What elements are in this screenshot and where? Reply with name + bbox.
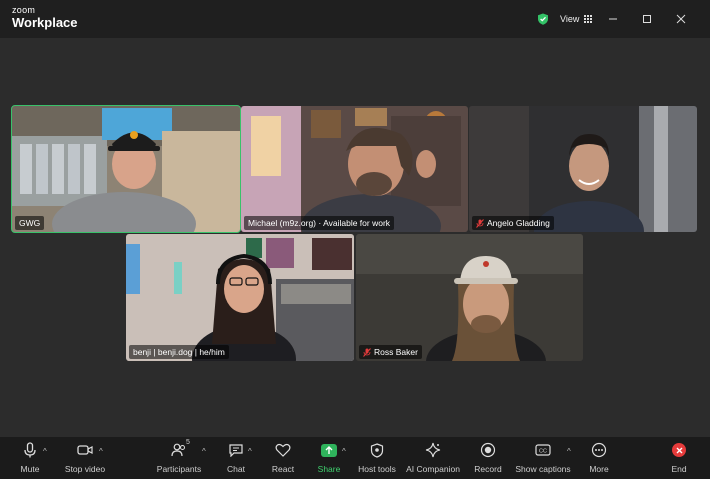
video-feed [241, 106, 468, 232]
maximize-icon [643, 15, 651, 23]
video-options-caret[interactable]: ^ [99, 447, 103, 456]
heart-icon [274, 441, 292, 459]
chat-options-caret[interactable]: ^ [248, 447, 252, 456]
ai-companion-button[interactable]: AI Companion [405, 441, 461, 477]
participants-icon: 5 [170, 439, 190, 459]
react-button[interactable]: React [272, 441, 294, 477]
close-button[interactable] [672, 10, 690, 28]
video-stage: GWG Michael (m9z.org) · Available for wo… [0, 38, 710, 437]
host-tools-button[interactable]: Host tools [357, 441, 397, 477]
mute-button[interactable]: Mute [18, 441, 42, 477]
participant-name: Ross Baker [374, 347, 418, 357]
brand-top: zoom [12, 5, 36, 15]
video-tile-gwg[interactable]: GWG [11, 105, 241, 233]
shield-icon [368, 441, 386, 459]
end-meeting-button[interactable]: End [669, 441, 689, 477]
video-tile-ross[interactable]: Ross Baker [356, 234, 583, 361]
mute-options-caret[interactable]: ^ [43, 447, 47, 456]
video-camera-icon [76, 441, 94, 459]
video-feed [126, 234, 354, 361]
microphone-icon [21, 441, 39, 459]
record-button[interactable]: Record [474, 441, 502, 477]
more-dots-icon [590, 441, 608, 459]
react-label: React [271, 464, 295, 474]
share-options-caret[interactable]: ^ [342, 447, 346, 456]
video-tile-benji[interactable]: benji | benji.dog | he/him [126, 234, 354, 361]
host-tools-label: Host tools [358, 464, 396, 474]
more-button[interactable]: More [588, 441, 610, 477]
mute-label: Mute [20, 464, 40, 474]
participant-name-tag: benji | benji.dog | he/him [129, 345, 229, 359]
share-label: Share [317, 464, 341, 474]
captions-icon: CC [534, 441, 552, 459]
participant-name: benji | benji.dog | he/him [133, 347, 225, 357]
end-call-icon [670, 441, 688, 459]
chat-bubble-icon [227, 441, 245, 459]
view-button[interactable]: View [560, 12, 593, 26]
grid-icon [584, 15, 593, 23]
record-icon [479, 441, 497, 459]
participant-name-tag: Ross Baker [359, 345, 422, 359]
participant-name: GWG [19, 218, 41, 228]
share-screen-icon [320, 441, 338, 459]
participant-name: Angelo Gladding [487, 218, 550, 228]
chat-label: Chat [227, 464, 245, 474]
participant-name-tag: GWG [15, 216, 45, 230]
participant-name-tag: Angelo Gladding [472, 216, 554, 230]
participant-name: Michael (m9z.org) · Available for work [248, 218, 391, 228]
zoom-logo: zoom Workplace [12, 5, 78, 30]
show-captions-button[interactable]: CC Show captions [515, 441, 571, 477]
svg-text:CC: CC [539, 449, 547, 455]
view-label: View [560, 14, 580, 24]
participant-name-tag: Michael (m9z.org) · Available for work [244, 216, 395, 230]
end-label: End [671, 464, 687, 474]
stop-video-label: Stop video [64, 464, 106, 474]
video-tile-michael[interactable]: Michael (m9z.org) · Available for work [241, 106, 468, 232]
security-shield-icon[interactable] [537, 13, 549, 25]
maximize-button[interactable] [638, 10, 656, 28]
participant-count: 5 [186, 439, 190, 446]
share-button[interactable]: Share [318, 441, 340, 477]
meeting-toolbar: Mute ^ Stop video ^ 5 Participants ^ Cha… [0, 437, 710, 479]
video-tile-angelo[interactable]: Angelo Gladding [469, 106, 697, 232]
video-feed [356, 234, 583, 361]
record-label: Record [474, 464, 502, 474]
video-feed [12, 106, 240, 232]
brand-main: Workplace [12, 15, 78, 30]
participants-options-caret[interactable]: ^ [202, 447, 206, 456]
ai-companion-label: AI Companion [406, 464, 460, 474]
close-icon [676, 14, 686, 24]
more-label: More [589, 464, 609, 474]
minimize-icon [609, 18, 617, 20]
title-bar: zoom Workplace View [0, 0, 710, 38]
muted-mic-icon [476, 218, 484, 228]
captions-options-caret[interactable]: ^ [567, 447, 571, 456]
video-feed [469, 106, 697, 232]
participants-button[interactable]: 5 Participants [155, 439, 203, 477]
sparkle-icon [424, 441, 442, 459]
muted-mic-icon [363, 347, 371, 357]
participants-label: Participants [156, 464, 202, 474]
minimize-button[interactable] [604, 10, 622, 28]
chat-button[interactable]: Chat [226, 441, 246, 477]
captions-label: Show captions [515, 464, 571, 474]
